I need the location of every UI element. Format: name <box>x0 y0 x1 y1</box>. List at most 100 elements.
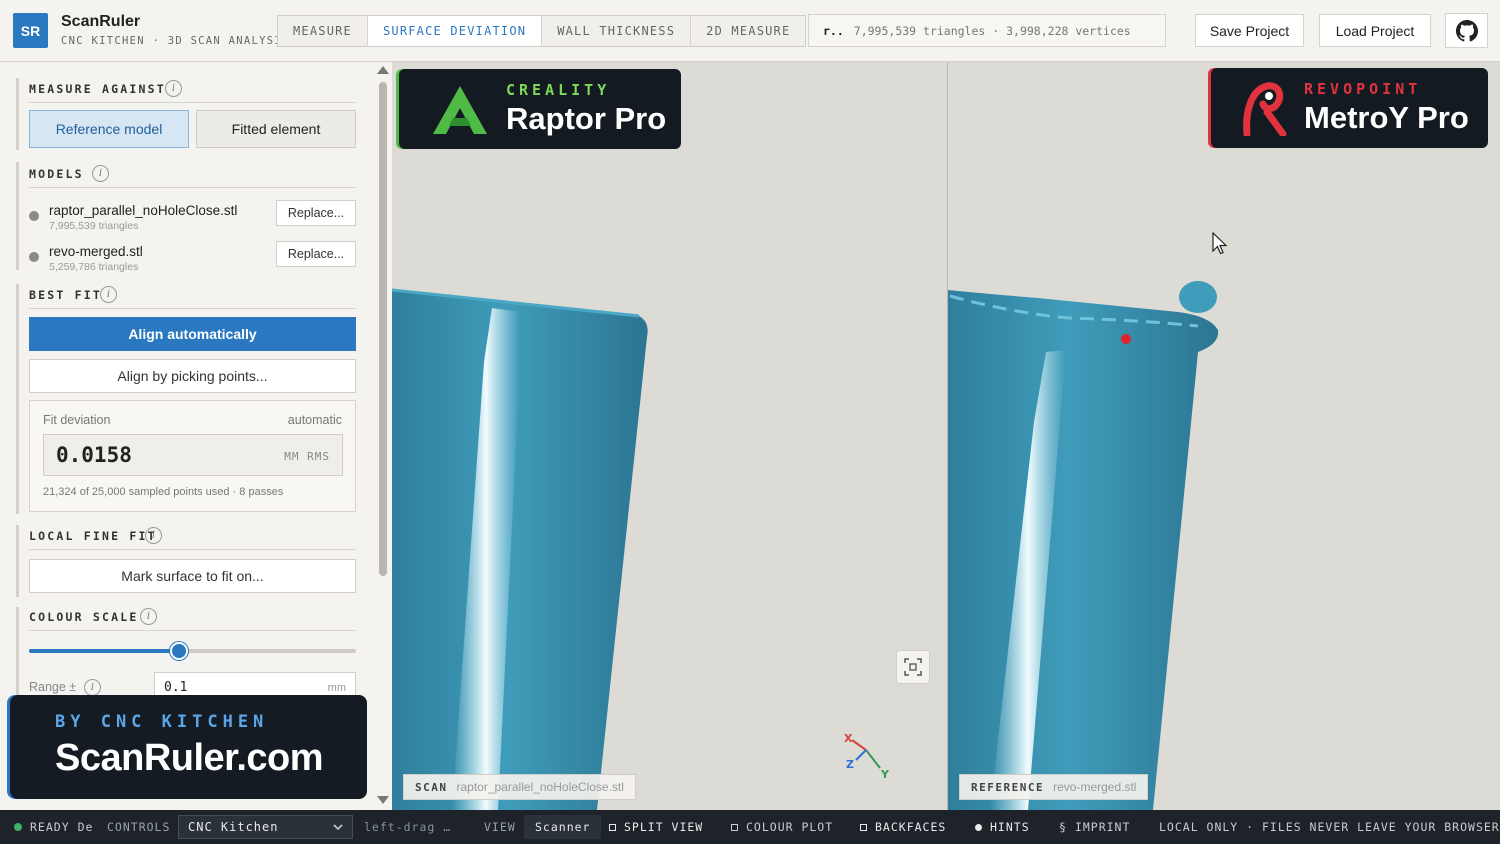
divider <box>29 102 356 103</box>
app-subtitle: CNC KITCHEN · 3D SCAN ANALYSIS <box>61 35 290 47</box>
axis-y-label: Y <box>880 768 890 781</box>
divider <box>29 308 356 309</box>
model-name: raptor_parallel_noHoleClose.stl <box>49 203 238 218</box>
backfaces-icon <box>860 823 867 831</box>
status-indicator-icon <box>14 823 22 831</box>
imprint-link[interactable]: § IMPRINT <box>1059 810 1130 844</box>
mesh-stats-text: 7,995,539 triangles · 3,998,228 vertices <box>853 23 1131 38</box>
hints-toggle[interactable]: HINTS <box>975 810 1030 844</box>
model-triangle-count: 5,259,786 triangles <box>49 261 139 273</box>
status-ready: READY De <box>14 810 93 844</box>
section-rule <box>16 284 19 514</box>
reference-viewport[interactable]: REVOPOINT MetroY Pro REFERENCE revo-merg… <box>948 62 1500 810</box>
divider <box>29 630 356 631</box>
view-mode-button[interactable]: Scanner <box>524 815 602 839</box>
colour-scale-slider[interactable] <box>29 642 356 660</box>
reference-model-option[interactable]: Reference model <box>29 110 189 148</box>
mouse-cursor-icon <box>1212 232 1228 255</box>
model-color-dot <box>29 211 39 221</box>
revopoint-model: MetroY Pro <box>1304 100 1469 135</box>
section-rule <box>16 78 19 150</box>
range-unit: mm <box>327 682 346 694</box>
colour-scale-title: COLOUR SCALE <box>29 610 139 624</box>
model-item: revo-merged.stl 5,259,786 triangles Repl… <box>29 241 356 281</box>
revopoint-maker: REVOPOINT <box>1304 80 1422 98</box>
mark-surface-button[interactable]: Mark surface to fit on... <box>29 559 356 593</box>
tab-2d-measure[interactable]: 2D MEASURE <box>691 16 805 46</box>
mesh-stats: r.. 7,995,539 triangles · 3,998,228 vert… <box>808 14 1166 47</box>
app-logo: SR <box>13 13 48 48</box>
view-label: VIEW <box>484 820 516 834</box>
info-icon[interactable]: i <box>145 527 162 544</box>
split-view-toggle[interactable]: SPLIT VIEW <box>609 810 703 844</box>
divider <box>29 549 356 550</box>
info-icon[interactable]: i <box>165 80 182 97</box>
scan-tag: SCAN raptor_parallel_noHoleClose.stl <box>403 774 636 800</box>
scan-viewport[interactable]: CREALITY Raptor Pro SCAN raptor_parallel… <box>392 62 947 810</box>
github-button[interactable] <box>1445 13 1488 48</box>
controls-select[interactable]: CNC Kitchen <box>178 815 353 839</box>
slider-thumb[interactable] <box>170 642 189 660</box>
scroll-down-arrow[interactable] <box>377 796 389 804</box>
tab-surface-deviation[interactable]: SURFACE DEVIATION <box>367 16 543 46</box>
reference-mesh-render <box>948 281 1219 810</box>
tab-measure[interactable]: MEASURE <box>278 16 368 46</box>
controls-label: CONTROLS <box>107 820 171 834</box>
controls-hint: left-drag … <box>364 820 452 834</box>
section-rule <box>16 162 19 270</box>
info-icon[interactable]: i <box>140 608 157 625</box>
local-only-notice: LOCAL ONLY · FILES NEVER LEAVE YOUR BROW… <box>1159 820 1500 834</box>
reference-tag: REFERENCE revo-merged.stl <box>959 774 1149 800</box>
fit-view-button[interactable] <box>896 650 930 684</box>
mode-tabs: MEASURE SURFACE DEVIATION WALL THICKNESS… <box>277 15 807 47</box>
creality-maker: CREALITY <box>506 81 611 99</box>
status-ready-text: READY <box>30 820 70 834</box>
split-view-icon <box>609 823 616 831</box>
axis-x-label: X <box>844 732 853 745</box>
status-ready-extra: De <box>77 820 94 834</box>
align-by-picking-button[interactable]: Align by picking points... <box>29 359 356 393</box>
model-triangle-count: 7,995,539 triangles <box>49 220 139 232</box>
fit-deviation-readout: 0.0158 MM RMS <box>43 434 343 476</box>
info-icon[interactable]: i <box>84 679 101 696</box>
scrollbar-thumb[interactable] <box>379 82 387 576</box>
fitted-element-option[interactable]: Fitted element <box>196 110 356 148</box>
creality-logo-icon <box>433 86 487 134</box>
chevron-down-icon <box>333 824 343 831</box>
local-fine-fit-title: LOCAL FINE FIT <box>29 529 157 543</box>
save-project-button[interactable]: Save Project <box>1195 14 1304 47</box>
fit-view-icon <box>904 658 922 676</box>
models-title: MODELS <box>29 167 84 181</box>
reference-tag-key: REFERENCE <box>971 780 1045 794</box>
mesh-artifact <box>1179 281 1217 313</box>
reference-mesh <box>948 290 1219 810</box>
backfaces-toggle[interactable]: BACKFACES <box>860 810 946 844</box>
fit-deviation-unit: MM RMS <box>284 450 330 463</box>
axis-z-label: Z <box>846 758 854 771</box>
divider <box>29 187 356 188</box>
model-item: raptor_parallel_noHoleClose.stl 7,995,53… <box>29 200 356 240</box>
replace-model-button[interactable]: Replace... <box>276 200 356 226</box>
banner-byline: BY CNC KITCHEN <box>55 712 269 732</box>
sidebar-scrollbar[interactable] <box>374 62 392 810</box>
reference-tag-file: revo-merged.stl <box>1053 780 1137 794</box>
info-icon[interactable]: i <box>100 286 117 303</box>
fit-deviation-value: 0.0158 <box>56 443 132 467</box>
section-rule <box>16 525 19 597</box>
app-title: ScanRuler <box>61 13 141 30</box>
scan-mesh-render <box>392 288 648 810</box>
align-automatically-button[interactable]: Align automatically <box>29 317 356 351</box>
model-name: revo-merged.stl <box>49 244 143 259</box>
colour-plot-toggle[interactable]: COLOUR PLOT <box>731 810 833 844</box>
info-icon[interactable]: i <box>92 165 109 182</box>
scroll-up-arrow[interactable] <box>377 66 389 74</box>
scan-tag-file: raptor_parallel_noHoleClose.stl <box>456 780 624 794</box>
range-label: Range ± <box>29 680 77 694</box>
banner-site: ScanRuler.com <box>55 737 324 779</box>
load-project-button[interactable]: Load Project <box>1319 14 1431 47</box>
replace-model-button[interactable]: Replace... <box>276 241 356 267</box>
tab-wall-thickness[interactable]: WALL THICKNESS <box>542 16 692 46</box>
section-icon: § <box>1059 820 1067 834</box>
status-bar: READY De CONTROLS CNC Kitchen left-drag … <box>0 810 1500 844</box>
fit-deviation-label: Fit deviation <box>43 413 111 427</box>
